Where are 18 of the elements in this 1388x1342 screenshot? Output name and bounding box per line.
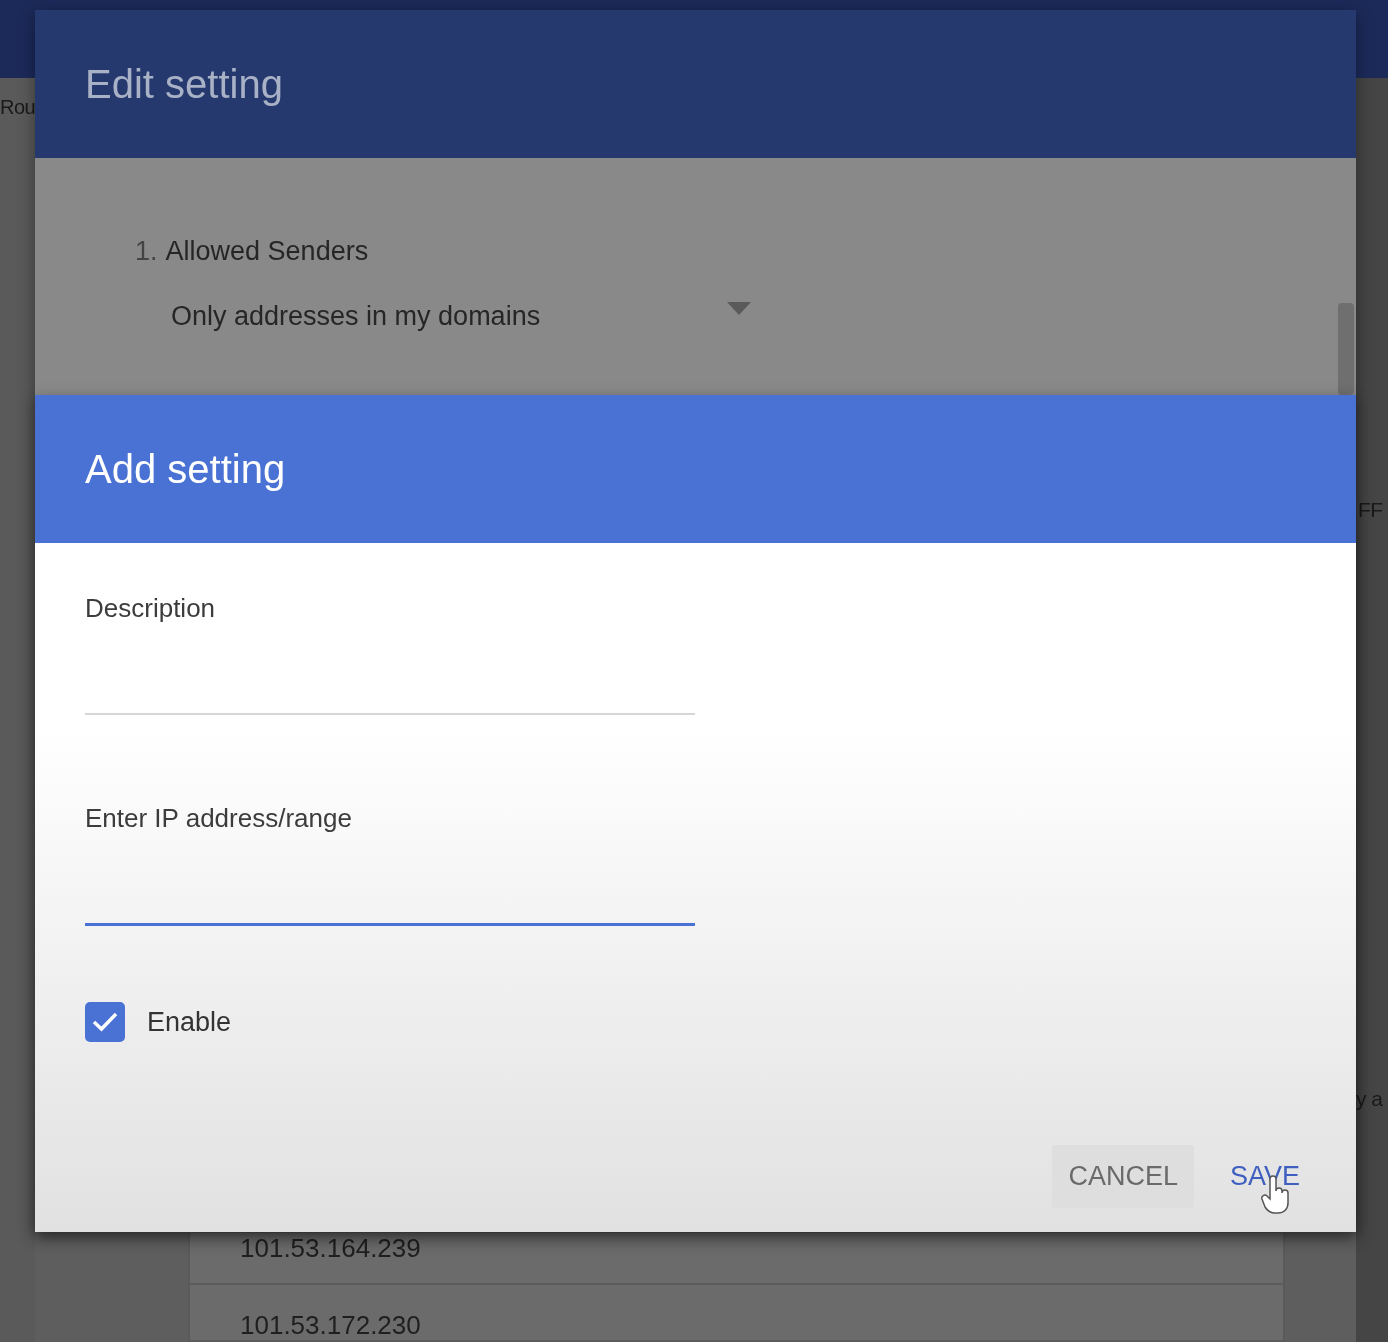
page-text: Rou	[0, 96, 35, 119]
list-number: 1.	[135, 236, 158, 267]
check-icon	[92, 1012, 118, 1032]
field-label: Enter IP address/range	[85, 803, 353, 834]
text-field[interactable]: Enter IP address/range	[85, 803, 695, 926]
caret-icon	[727, 302, 751, 315]
dialog-title: Edit setting	[85, 61, 283, 107]
scrollbar[interactable]	[1338, 303, 1354, 395]
senders-dropdown[interactable]: Only addresses in my domains	[171, 301, 751, 332]
checkbox-label: Enable	[147, 1006, 232, 1038]
enable-checkbox[interactable]	[85, 1002, 125, 1042]
cancel-button[interactable]: CANCEL	[1052, 1145, 1194, 1208]
dialog-title: Add setting	[85, 446, 286, 492]
setting-label: Allowed Senders	[165, 236, 369, 267]
table-cell: 101.53.172.230	[240, 1310, 421, 1340]
text-field[interactable]: Description	[85, 593, 695, 715]
table-cell: 101.53.164.239	[240, 1233, 421, 1263]
field-label: Description	[85, 593, 217, 624]
